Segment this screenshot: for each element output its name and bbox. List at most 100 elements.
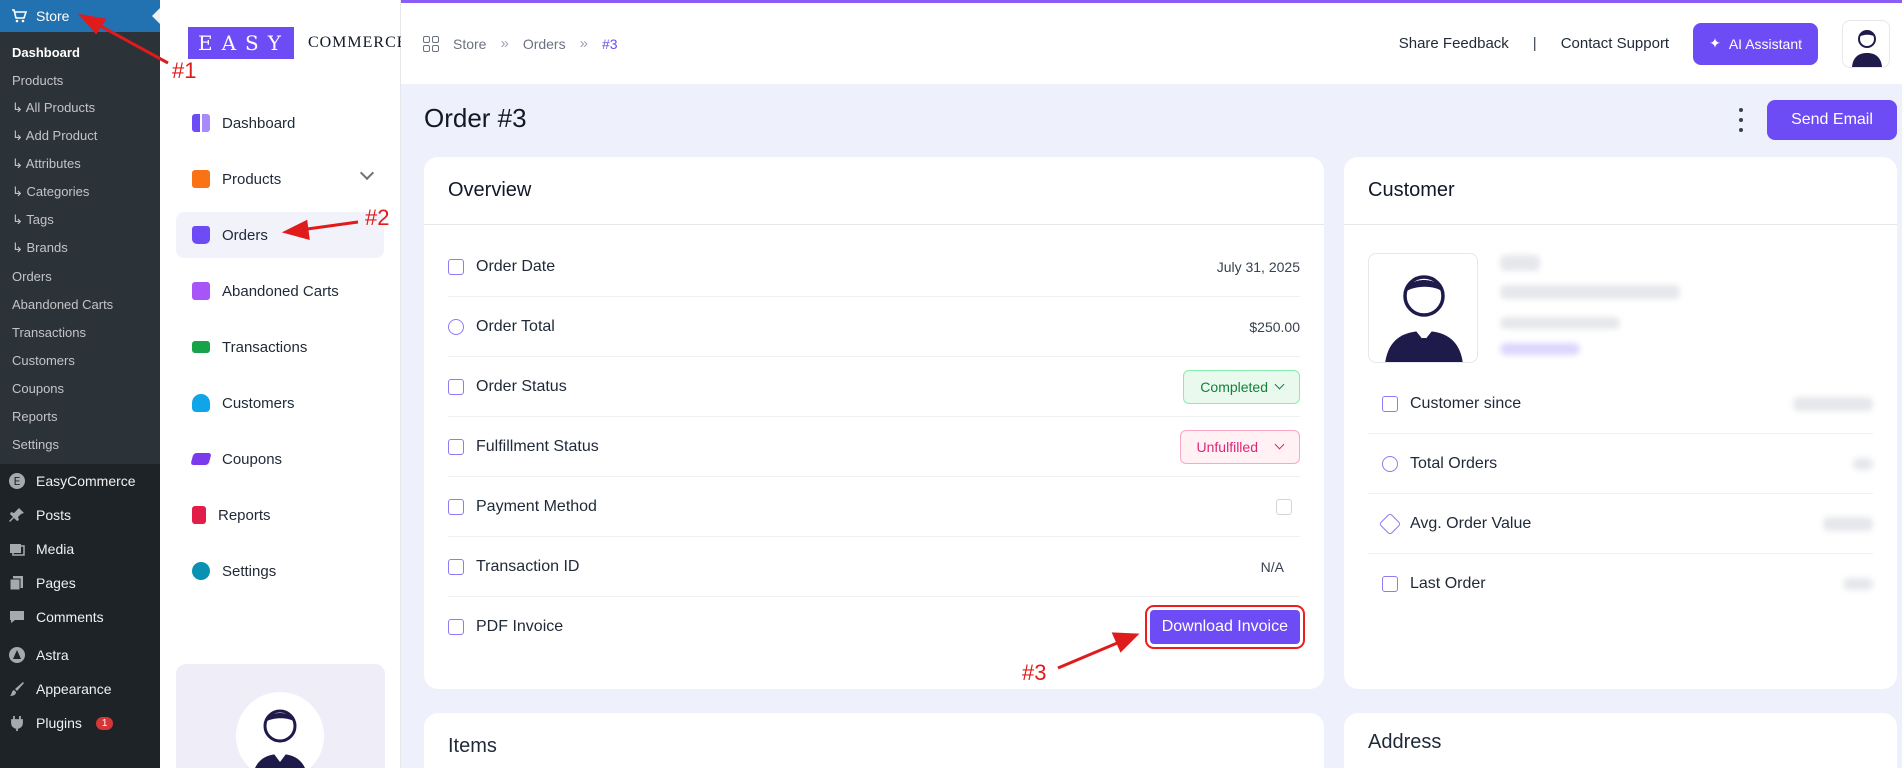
nav-label: Products bbox=[222, 170, 282, 188]
wp-menu-media[interactable]: Media bbox=[0, 532, 160, 566]
nav-coupons[interactable]: Coupons bbox=[176, 436, 384, 482]
wp-menu-easycommerce[interactable]: E EasyCommerce bbox=[0, 464, 160, 498]
annotation-label-2: #2 bbox=[365, 205, 390, 230]
avatar bbox=[236, 692, 324, 768]
easycommerce-icon: E bbox=[8, 472, 26, 490]
customer-name-redacted bbox=[1500, 255, 1540, 271]
wp-menu-store[interactable]: Store bbox=[0, 0, 160, 32]
plug-icon bbox=[8, 714, 26, 732]
more-options-icon[interactable] bbox=[1738, 108, 1744, 132]
wp-menu-astra[interactable]: Astra bbox=[0, 638, 160, 672]
send-email-button[interactable]: Send Email bbox=[1767, 100, 1897, 140]
top-separator: | bbox=[1532, 35, 1537, 52]
payment-method-row: Payment Method bbox=[448, 477, 1300, 537]
last-order-row: Last Order bbox=[1368, 554, 1873, 614]
transaction-id-value: N/A bbox=[1260, 558, 1284, 575]
pages-icon bbox=[8, 574, 26, 592]
wp-menu-comments[interactable]: Comments bbox=[0, 600, 160, 634]
user-avatar[interactable] bbox=[1842, 19, 1890, 68]
app-sidebar: EASY COMMERCE Dashboard Products Orders … bbox=[160, 0, 407, 768]
calendar-icon bbox=[1382, 395, 1398, 412]
ai-assistant-button[interactable]: ✦ AI Assistant bbox=[1693, 22, 1818, 65]
share-feedback-link[interactable]: Share Feedback bbox=[1399, 35, 1509, 52]
pdf-icon bbox=[448, 619, 464, 635]
order-total-label: Order Total bbox=[476, 317, 555, 335]
chevron-down-icon bbox=[1274, 439, 1285, 450]
wp-submenu-item[interactable]: Dashboard bbox=[0, 38, 160, 66]
download-invoice-button[interactable]: Download Invoice bbox=[1144, 605, 1306, 649]
nav-orders[interactable]: Orders bbox=[176, 212, 384, 258]
wp-menu-plugins[interactable]: Plugins 1 bbox=[0, 706, 160, 740]
customer-card: Customer Customer since Total Orders Avg… bbox=[1344, 157, 1897, 689]
cart-icon bbox=[10, 7, 28, 25]
ai-assistant-label: AI Assistant bbox=[1728, 35, 1802, 52]
chevron-down-icon[interactable] bbox=[359, 165, 375, 181]
credit-card-icon bbox=[448, 498, 464, 515]
order-status-row: Order Status Completed bbox=[448, 357, 1300, 417]
wp-submenu-item[interactable]: Coupons bbox=[0, 374, 160, 402]
wp-submenu-item[interactable]: ↳ All Products bbox=[0, 94, 160, 122]
fulfillment-status-dropdown[interactable]: Unfulfilled bbox=[1179, 429, 1300, 464]
order-status-label: Order Status bbox=[476, 377, 567, 395]
nav-reports[interactable]: Reports bbox=[176, 492, 384, 538]
profile-card bbox=[176, 664, 385, 768]
wp-submenu-item[interactable]: ↳ Categories bbox=[0, 178, 160, 206]
wp-menu-appearance[interactable]: Appearance bbox=[0, 672, 160, 706]
order-total-row: Order Total $250.00 bbox=[448, 297, 1300, 357]
total-orders-redacted bbox=[1853, 457, 1873, 470]
wp-menu-label: Pages bbox=[36, 575, 76, 591]
address-title: Address bbox=[1368, 731, 1442, 753]
wp-submenu-item[interactable]: Customers bbox=[0, 346, 160, 374]
astra-icon bbox=[8, 646, 26, 664]
gear-icon bbox=[192, 562, 210, 580]
breadcrumb-orders[interactable]: Orders bbox=[523, 36, 566, 52]
cash-icon bbox=[192, 341, 210, 353]
wp-submenu-item[interactable]: Abandoned Carts bbox=[0, 290, 160, 318]
wp-submenu-item[interactable]: Transactions bbox=[0, 318, 160, 346]
fulfillment-status-row: Fulfillment Status Unfulfilled bbox=[448, 417, 1300, 477]
wp-submenu-item[interactable]: Settings bbox=[0, 430, 160, 458]
nav-products[interactable]: Products bbox=[176, 156, 384, 202]
breadcrumb-store[interactable]: Store bbox=[453, 36, 486, 52]
total-orders-label: Total Orders bbox=[1410, 454, 1498, 472]
overview-card: Overview Order Date July 31, 2025 Order … bbox=[424, 157, 1324, 689]
wp-submenu-item[interactable]: Products bbox=[0, 66, 160, 94]
nav-label: Reports bbox=[218, 506, 271, 524]
fulfillment-status-value: Unfulfilled bbox=[1196, 438, 1258, 455]
chevron-double-right-icon: » bbox=[500, 35, 509, 52]
contact-support-link[interactable]: Contact Support bbox=[1561, 35, 1669, 52]
wp-menu-posts[interactable]: Posts bbox=[0, 498, 160, 532]
wp-menu-label: Astra bbox=[36, 647, 69, 663]
report-icon bbox=[192, 506, 206, 524]
plugins-update-badge: 1 bbox=[95, 716, 114, 730]
avg-order-value-redacted bbox=[1823, 516, 1873, 531]
nav-settings[interactable]: Settings bbox=[176, 548, 384, 594]
wp-submenu-item[interactable]: Reports bbox=[0, 402, 160, 430]
order-status-dropdown[interactable]: Completed bbox=[1183, 369, 1300, 404]
dashboard-icon bbox=[192, 114, 210, 132]
chevron-double-right-icon: » bbox=[579, 35, 588, 52]
wp-submenu-item[interactable]: ↳ Attributes bbox=[0, 150, 160, 178]
wp-menu-pages[interactable]: Pages bbox=[0, 566, 160, 600]
nav-transactions[interactable]: Transactions bbox=[176, 324, 384, 370]
payment-method-placeholder bbox=[1276, 498, 1292, 515]
svg-text:E: E bbox=[14, 475, 21, 488]
wp-submenu-item[interactable]: Orders bbox=[0, 262, 160, 290]
wp-submenu-item[interactable]: ↳ Add Product bbox=[0, 122, 160, 150]
wp-submenu-item[interactable]: ↳ Tags bbox=[0, 206, 160, 234]
wp-submenu-item[interactable]: ↳ Brands bbox=[0, 234, 160, 262]
payment-method-label: Payment Method bbox=[476, 497, 597, 515]
customer-link-redacted bbox=[1500, 343, 1580, 355]
coupon-icon bbox=[190, 453, 212, 465]
tag-icon bbox=[1378, 512, 1402, 535]
nav-label: Transactions bbox=[222, 338, 308, 356]
overview-title: Overview bbox=[424, 157, 1324, 225]
nav-abandoned-carts[interactable]: Abandoned Carts bbox=[176, 268, 384, 314]
box-icon bbox=[192, 170, 210, 188]
order-date-row: Order Date July 31, 2025 bbox=[448, 237, 1300, 297]
users-icon bbox=[192, 394, 210, 412]
nav-dashboard[interactable]: Dashboard bbox=[176, 100, 384, 146]
transaction-id-row: Transaction ID N/A bbox=[448, 537, 1300, 597]
nav-customers[interactable]: Customers bbox=[176, 380, 384, 426]
coins-icon bbox=[448, 318, 464, 335]
